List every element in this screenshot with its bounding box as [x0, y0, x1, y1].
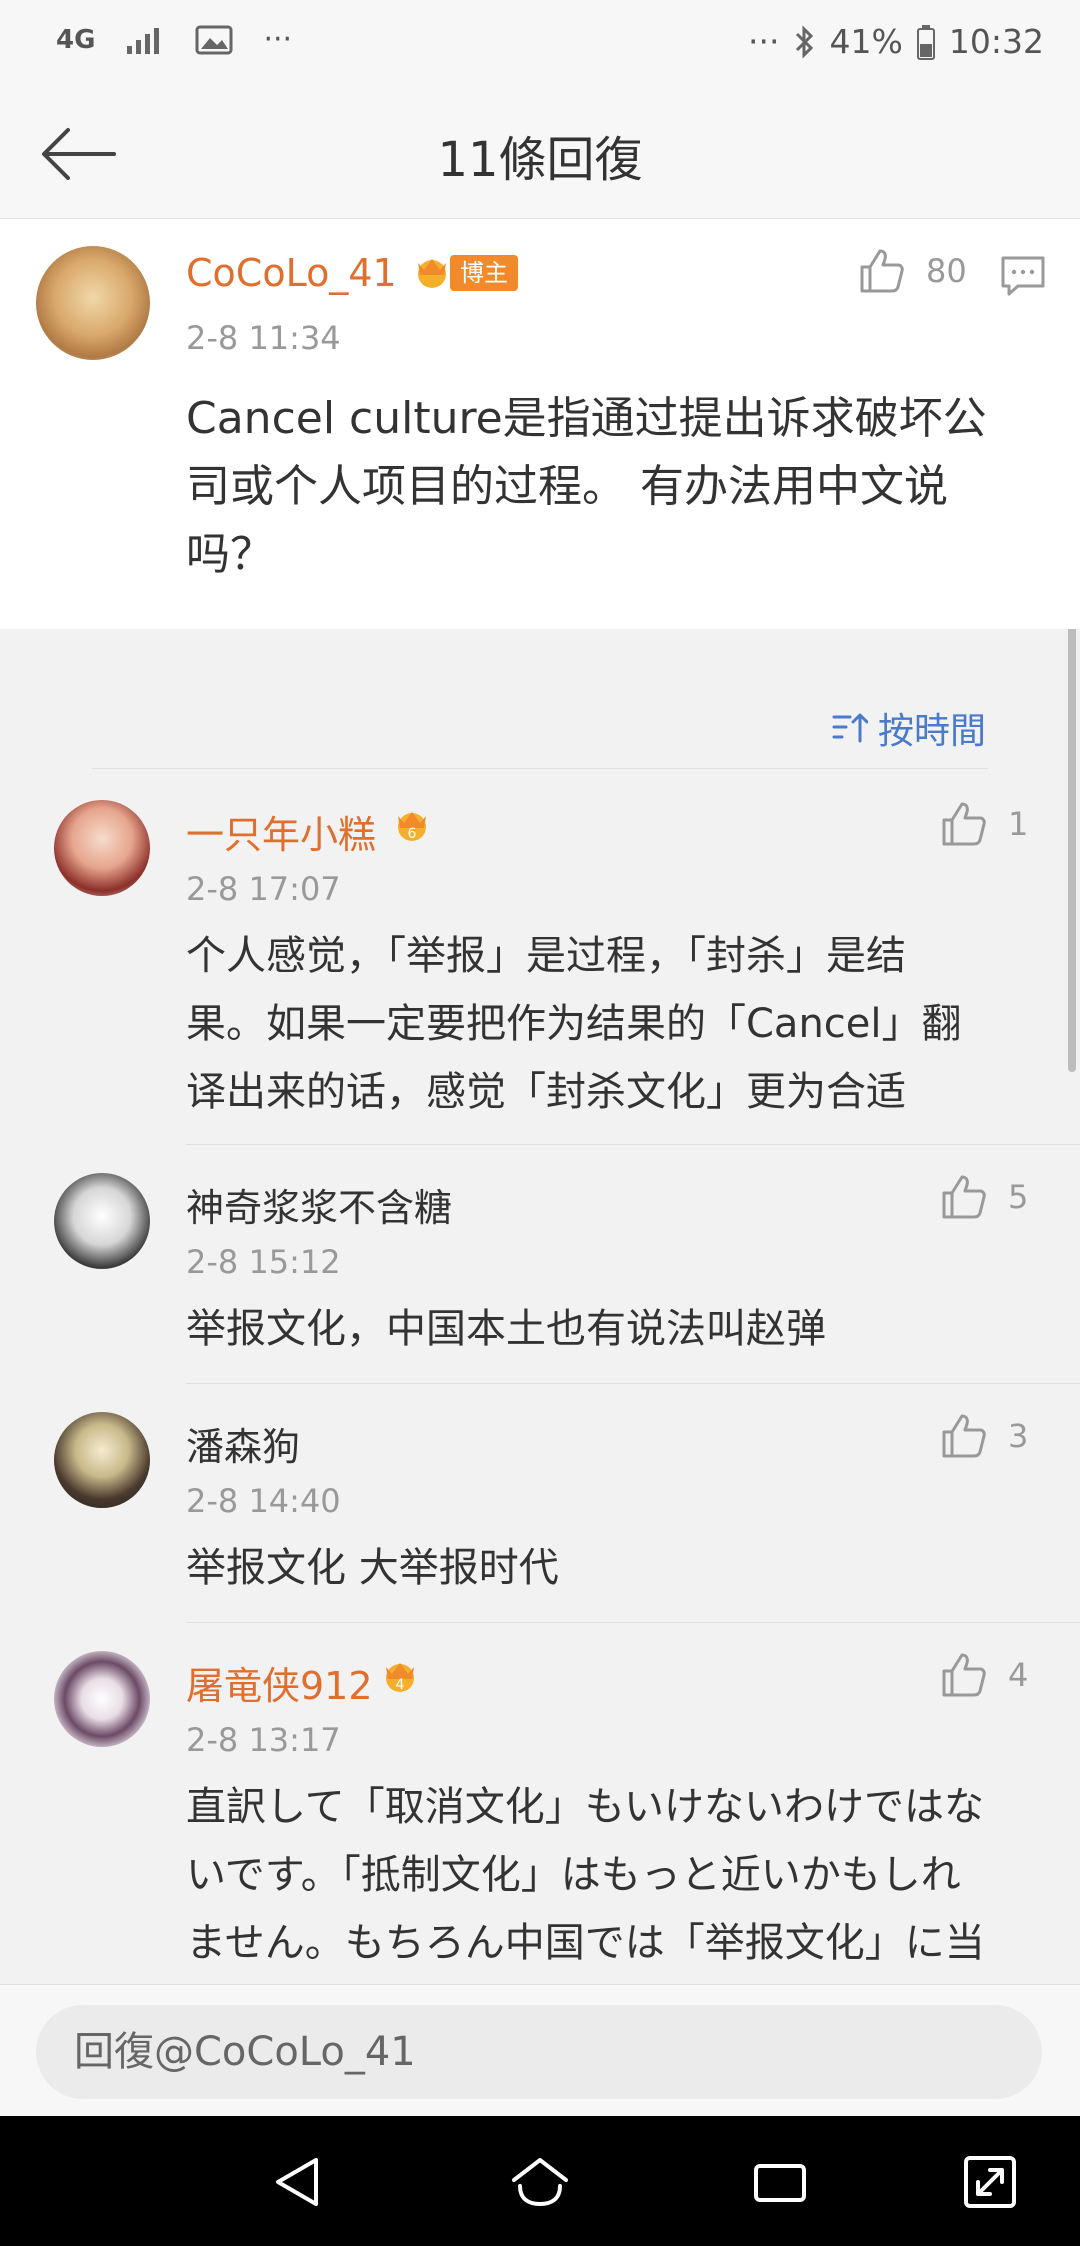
nav-back-icon[interactable]: [268, 2152, 328, 2212]
avatar[interactable]: [36, 246, 150, 360]
reply-like-count: 4: [1008, 1656, 1029, 1694]
avatar[interactable]: [54, 800, 150, 896]
more-indicator: ···: [263, 22, 293, 57]
post-like-count: 80: [926, 252, 967, 290]
vip-crown-icon: [418, 259, 446, 288]
reply-like-count: 1: [1008, 805, 1029, 843]
reply-like-button[interactable]: 1: [940, 800, 1028, 848]
reply-like-count: 5: [1008, 1178, 1029, 1216]
sort-label: 按時間: [877, 711, 986, 752]
network-type: 4G: [56, 24, 96, 55]
post-like-button[interactable]: 80: [858, 247, 967, 295]
post-text: Cancel culture是指通过提出诉求破坏公 司或个人项目的过程。 有办法…: [186, 393, 987, 580]
reply-text: 举报文化，中国本土也有说法叫赵弹: [186, 1306, 826, 1352]
reply-text: 个人感觉，「举报」是过程，「封杀」是结 果。如果一定要把作为结果的「Cancel…: [186, 933, 962, 1115]
reply-time: 2-8 13:17: [186, 1721, 341, 1759]
reply-like-button[interactable]: 5: [940, 1173, 1028, 1221]
post-username[interactable]: CoCoLo_41: [186, 251, 397, 295]
reply-input-bar: 回復@CoCoLo_41: [0, 1984, 1080, 2117]
nav-expand-icon[interactable]: [960, 2152, 1020, 2212]
comment-icon[interactable]: [1000, 255, 1046, 297]
battery-icon: [916, 24, 935, 60]
title-bar: 11條回復: [0, 90, 1080, 219]
reply-item[interactable]: 一只年小糕 6 2-8 17:07 1 个人感觉，「举报」是过程，「封杀」是结 …: [0, 770, 1080, 1144]
page-title: 11條回復: [437, 132, 643, 188]
divider: [92, 768, 988, 769]
thumbs-up-icon: [860, 249, 904, 293]
avatar[interactable]: [54, 1651, 150, 1747]
avatar[interactable]: [54, 1412, 150, 1508]
image-icon: [195, 25, 233, 54]
vip-crown-icon: 6: [398, 812, 426, 842]
reply-like-button[interactable]: 3: [940, 1412, 1028, 1460]
more-indicator-right: ···: [748, 22, 780, 61]
reply-input[interactable]: 回復@CoCoLo_41: [36, 2005, 1042, 2099]
status-bar: 4G ··· ··· 41% 10:32: [0, 0, 1080, 90]
avatar[interactable]: [54, 1173, 150, 1269]
reply-time: 2-8 15:12: [186, 1243, 341, 1281]
reply-username[interactable]: 屠竜侠912: [186, 1655, 373, 1710]
reply-text: 直訳して「取消文化」もいけないわけではな いです。「抵制文化」はもっと近いかもし…: [186, 1784, 985, 1966]
navigation-bar: [0, 2116, 1080, 2246]
nav-recents-icon[interactable]: [750, 2152, 810, 2212]
battery-percent: 41%: [829, 22, 903, 61]
reply-time: 2-8 17:07: [186, 870, 341, 908]
blogger-badge: 博主: [450, 255, 518, 291]
vip-crown-icon: 4: [386, 1663, 414, 1693]
clock: 10:32: [948, 22, 1044, 61]
reply-text: 举报文化 大举报时代: [186, 1545, 559, 1591]
reply-username[interactable]: 神奇浆浆不含糖: [186, 1177, 452, 1232]
svg-text:4: 4: [396, 1677, 405, 1693]
reply-item[interactable]: 屠竜侠912 4 2-8 13:17 4 直訳して「取消文化」もいけないわけでは…: [0, 1623, 1080, 1984]
sort-icon: [832, 713, 868, 743]
nav-home-icon[interactable]: [510, 2152, 570, 2212]
thumbs-up-icon: [942, 1653, 986, 1697]
post-time: 2-8 11:34: [186, 319, 341, 357]
reply-like-button[interactable]: 4: [940, 1651, 1028, 1699]
reply-username[interactable]: 潘森狗: [186, 1416, 300, 1471]
thumbs-up-icon: [942, 1175, 986, 1219]
sort-button[interactable]: 按時間: [832, 702, 986, 754]
signal-icon: [127, 27, 160, 54]
sort-row: 按時間: [0, 660, 1080, 760]
reply-item[interactable]: 潘森狗 2-8 14:40 3 举报文化 大举报时代: [0, 1384, 1080, 1622]
reply-item[interactable]: 神奇浆浆不含糖 2-8 15:12 5 举报文化，中国本土也有说法叫赵弹: [0, 1145, 1080, 1383]
main-post: CoCoLo_41 博主 2-8 11:34 80 Cancel culture…: [0, 219, 1080, 629]
reply-time: 2-8 14:40: [186, 1482, 341, 1520]
bluetooth-icon: [795, 24, 813, 59]
thumbs-up-icon: [942, 802, 986, 846]
reply-username[interactable]: 一只年小糕: [186, 804, 376, 859]
thumbs-up-icon: [942, 1414, 986, 1458]
reply-like-count: 3: [1008, 1417, 1029, 1455]
svg-text:6: 6: [408, 826, 417, 842]
